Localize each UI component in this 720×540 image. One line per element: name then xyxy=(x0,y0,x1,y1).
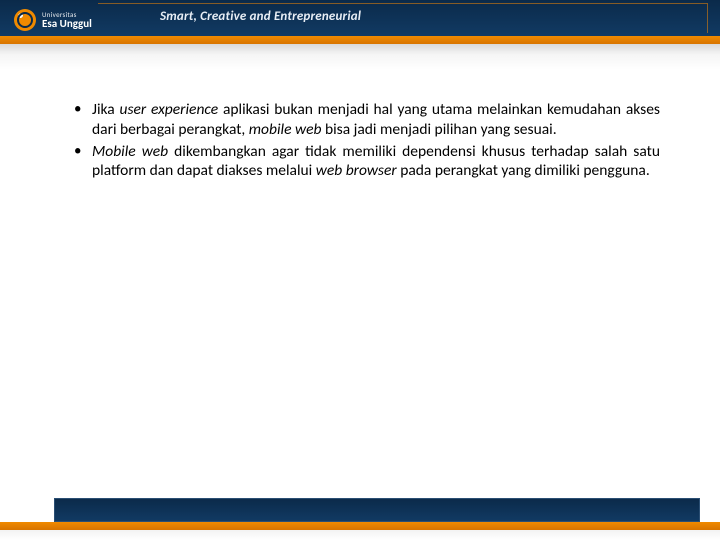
text-run: pada perangkat yang dimiliki pengguna. xyxy=(397,161,650,180)
header-shadow xyxy=(0,44,720,70)
header-tagline: Smart, Creative and Entrepreneurial xyxy=(160,9,361,24)
italic-text: Mobile web xyxy=(92,142,168,161)
bullet-list: Jika user experience aplikasi bukan menj… xyxy=(70,100,660,181)
footer-orange-bar xyxy=(0,522,720,530)
header-orange-strip xyxy=(0,36,720,44)
footer-fade xyxy=(0,530,720,540)
footer-blue-bar xyxy=(54,498,700,522)
italic-text: mobile web xyxy=(249,120,322,139)
bullet-item: Jika user experience aplikasi bukan menj… xyxy=(70,100,660,140)
italic-text: user experience xyxy=(120,100,219,119)
slide: Universitas Esa Unggul Smart, Creative a… xyxy=(0,0,720,540)
slide-header: Universitas Esa Unggul Smart, Creative a… xyxy=(0,0,720,60)
slide-body: Jika user experience aplikasi bukan menj… xyxy=(70,100,660,183)
text-run: bisa jadi menjadi pilihan yang sesuai. xyxy=(321,120,556,139)
italic-text: web browser xyxy=(316,161,397,180)
logo-icon xyxy=(14,9,36,31)
text-run: Jika xyxy=(92,100,120,119)
bullet-item: Mobile web dikembangkan agar tidak memil… xyxy=(70,142,660,182)
logo-line2: Esa Unggul xyxy=(42,18,92,29)
university-logo: Universitas Esa Unggul xyxy=(14,6,144,34)
logo-text: Universitas Esa Unggul xyxy=(42,11,92,29)
logo-line1: Universitas xyxy=(42,11,92,18)
slide-footer xyxy=(0,484,720,540)
